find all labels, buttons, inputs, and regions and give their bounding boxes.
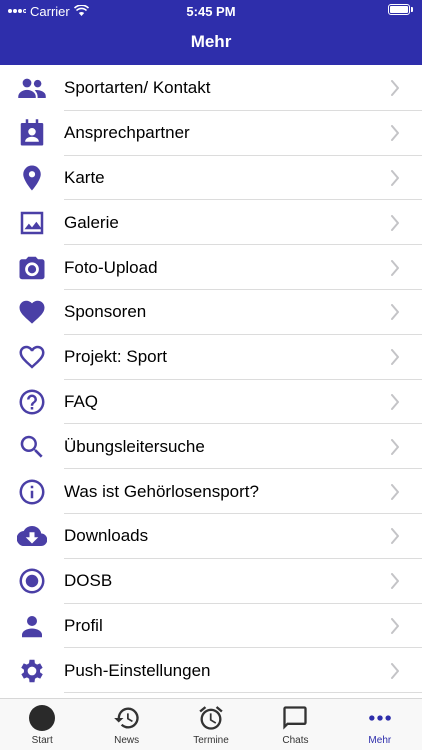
tab-termine[interactable]: Termine	[169, 699, 253, 750]
tab-label: Chats	[282, 735, 309, 746]
chevron-right-icon	[390, 483, 400, 500]
menu-item-galerie[interactable]: Galerie	[0, 200, 422, 246]
menu-item-sportarten-kontakt[interactable]: Sportarten/ Kontakt	[0, 66, 422, 111]
menu-list: Sportarten/ Kontakt Ansprechpartner Karte G…	[0, 66, 422, 694]
chevron-right-icon	[390, 438, 400, 455]
tab-label: Start	[31, 735, 53, 746]
menu-item-push-einstellungen[interactable]: Push-Einstellungen	[0, 648, 422, 694]
menu-item-karte[interactable]: Karte	[0, 156, 422, 201]
menu-item-ansprechpartner[interactable]: Ansprechpartner	[0, 111, 422, 156]
menu-item-label: Galerie	[64, 212, 119, 232]
menu-item-label: FAQ	[64, 391, 99, 411]
chevron-right-icon	[390, 259, 400, 276]
heart-filled-icon	[16, 296, 48, 328]
menu-item-faq[interactable]: FAQ	[0, 380, 422, 425]
divider	[64, 692, 422, 694]
menu-item-label: DOSB	[64, 571, 113, 591]
chevron-right-icon	[390, 393, 400, 410]
battery-icon	[388, 4, 414, 16]
chevron-right-icon	[390, 528, 400, 545]
menu-item-label: Sponsoren	[64, 302, 147, 322]
camera-icon	[16, 252, 48, 284]
menu-item-label: Ansprechpartner	[64, 123, 190, 143]
search-icon	[16, 431, 48, 463]
cloud-download-icon	[16, 520, 48, 552]
person-icon	[16, 610, 48, 642]
radio-circle-icon	[16, 565, 48, 597]
page-title: Mehr	[190, 32, 232, 51]
question-icon	[16, 386, 48, 418]
menu-item-label: Foto-Upload	[64, 257, 158, 277]
menu-item-profil[interactable]: Profil	[0, 604, 422, 649]
navigation-header: Carrier 5:45 PM Mehr	[0, 0, 422, 65]
map-pin-icon	[16, 162, 48, 194]
status-bar: Carrier 5:45 PM	[0, 0, 422, 22]
chevron-right-icon	[390, 214, 400, 231]
menu-item-label: Push-Einstellungen	[64, 660, 211, 680]
menu-item-projekt-sport[interactable]: Projekt: Sport	[0, 335, 422, 380]
menu-item-foto-upload[interactable]: Foto-Upload	[0, 245, 422, 290]
tab-start[interactable]: Start	[0, 699, 84, 750]
gear-icon	[16, 655, 48, 687]
chevron-right-icon	[390, 80, 400, 97]
menu-item-label: Profil	[64, 615, 103, 635]
tab-news[interactable]: News	[84, 699, 168, 750]
chevron-right-icon	[390, 125, 400, 142]
tab-label: Termine	[193, 735, 229, 746]
menu-item-übungsleitersuche[interactable]: Übungsleitersuche	[0, 424, 422, 470]
people-icon	[16, 72, 48, 104]
chevron-right-icon	[390, 617, 400, 634]
tab-label: News	[114, 735, 140, 746]
menu-item-label: Karte	[64, 167, 105, 187]
tab-chats[interactable]: Chats	[253, 699, 337, 750]
heart-outline-icon	[16, 341, 48, 373]
info-icon	[16, 476, 48, 508]
tab-label: Mehr	[368, 735, 392, 746]
status-time: 5:45 PM	[186, 4, 236, 19]
chevron-right-icon	[390, 349, 400, 366]
menu-item-sponsoren[interactable]: Sponsoren	[0, 290, 422, 335]
menu-item-label: Was ist Gehörlosensport?	[64, 481, 259, 501]
menu-item-label: Projekt: Sport	[64, 347, 167, 367]
menu-item-label: Übungsleitersuche	[64, 436, 205, 456]
menu-item-label: Sportarten/ Kontakt	[64, 78, 211, 98]
start-dot-icon	[27, 703, 57, 733]
chevron-right-icon	[390, 304, 400, 321]
chevron-right-icon	[390, 169, 400, 186]
tab-mehr[interactable]: Mehr	[338, 699, 422, 750]
image-icon	[16, 207, 48, 239]
menu-item-dosb[interactable]: DOSB	[0, 559, 422, 604]
contact-book-icon	[16, 117, 48, 149]
chat-bubble-icon	[280, 703, 310, 733]
chevron-right-icon	[390, 573, 400, 590]
menu-item-label: Downloads	[64, 526, 149, 546]
menu-item-downloads[interactable]: Downloads	[0, 514, 422, 559]
menu-item-was-ist-gehörlosensport[interactable]: Was ist Gehörlosensport?	[0, 469, 422, 514]
alarm-clock-icon	[196, 703, 226, 733]
tab-bar: Start News Termine Chats Mehr	[0, 698, 422, 750]
more-dots-icon	[365, 703, 395, 733]
history-icon	[112, 703, 142, 733]
chevron-right-icon	[390, 662, 400, 679]
